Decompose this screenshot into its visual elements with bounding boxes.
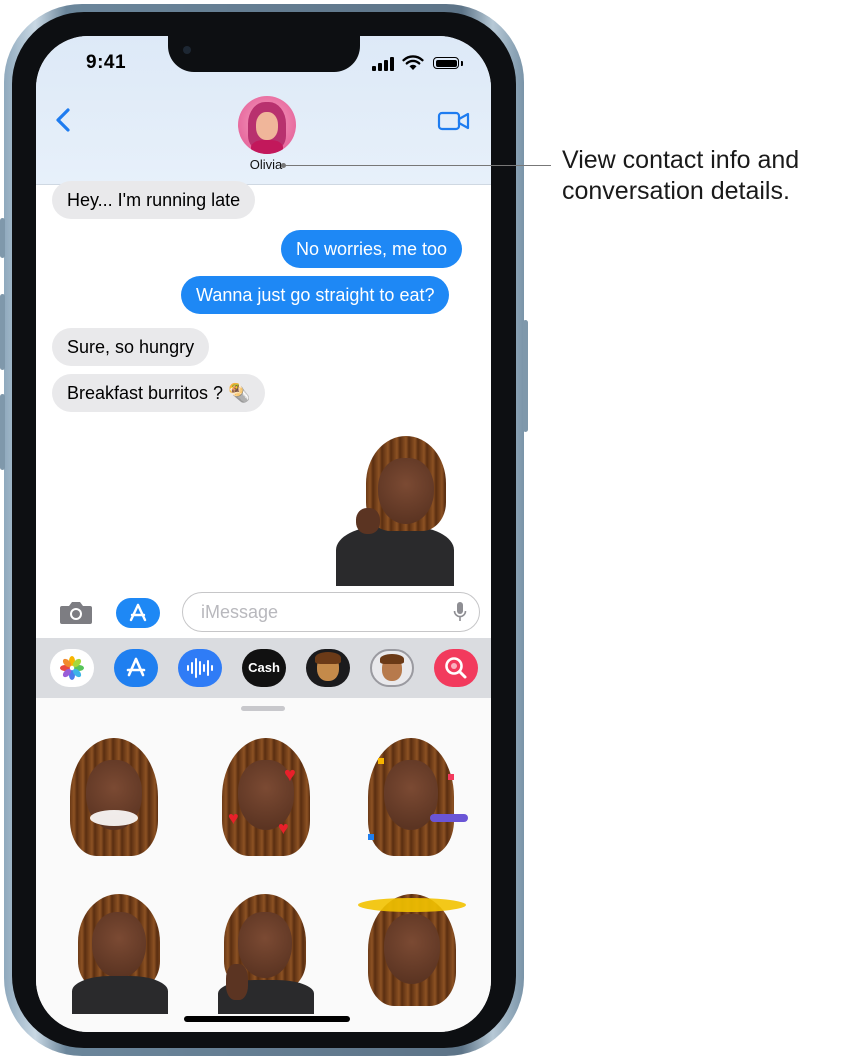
- chevron-left-icon[interactable]: [48, 102, 76, 138]
- action-button: [0, 218, 5, 258]
- apple-cash-icon[interactable]: Cash: [242, 649, 286, 687]
- camera-notch: [168, 36, 360, 72]
- message-bubble-outgoing[interactable]: No worries, me too: [281, 230, 463, 268]
- battery-tip: [461, 61, 463, 66]
- battery-icon: [433, 57, 459, 69]
- photos-icon[interactable]: [50, 649, 94, 687]
- video-camera-icon[interactable]: [437, 109, 471, 133]
- memoji-sticker[interactable]: [218, 894, 314, 1014]
- wifi-icon: [402, 55, 424, 70]
- memoji-sticker[interactable]: [66, 738, 162, 860]
- audio-waveform-icon[interactable]: [178, 649, 222, 687]
- drawer-grabber[interactable]: [241, 706, 285, 711]
- message-bubble-outgoing[interactable]: Wanna just go straight to eat?: [181, 276, 450, 314]
- power-button: [523, 320, 528, 432]
- microphone-icon[interactable]: [453, 601, 467, 623]
- memoji-stickers-icon[interactable]: [370, 649, 414, 687]
- contact-avatar[interactable]: [238, 96, 296, 154]
- volume-down-button: [0, 394, 5, 470]
- phone-screen: 9:41 Olivia › Hey... I'm running late No…: [36, 36, 491, 1032]
- cellular-signal-icon: [372, 57, 396, 71]
- message-bubble-incoming[interactable]: Breakfast burritos ? 🌯: [52, 374, 266, 412]
- message-bubble-incoming[interactable]: Hey... I'm running late: [52, 181, 256, 219]
- status-time: 9:41: [86, 52, 127, 73]
- apple-cash-label: Cash: [248, 660, 280, 675]
- memoji-icon[interactable]: [306, 649, 350, 687]
- memoji-sticker[interactable]: [354, 888, 472, 1014]
- memoji-sticker-message[interactable]: [326, 436, 466, 586]
- camera-icon[interactable]: [58, 598, 94, 626]
- front-camera: [183, 46, 191, 54]
- message-bubble-incoming[interactable]: Sure, so hungry: [52, 328, 210, 366]
- callout-text: View contact info and conversation detai…: [562, 146, 800, 205]
- volume-up-button: [0, 294, 5, 370]
- memoji-sticker[interactable]: [72, 894, 168, 1014]
- memoji-sticker[interactable]: [362, 738, 472, 860]
- message-input[interactable]: iMessage: [182, 592, 480, 632]
- message-input-placeholder: iMessage: [201, 602, 279, 622]
- search-images-icon[interactable]: [434, 649, 478, 687]
- app-store-icon[interactable]: [114, 649, 158, 687]
- app-store-icon[interactable]: [116, 598, 160, 628]
- memoji-sticker[interactable]: ♥ ♥ ♥: [218, 738, 314, 860]
- callout-line: [283, 165, 551, 166]
- home-indicator: [184, 1016, 350, 1022]
